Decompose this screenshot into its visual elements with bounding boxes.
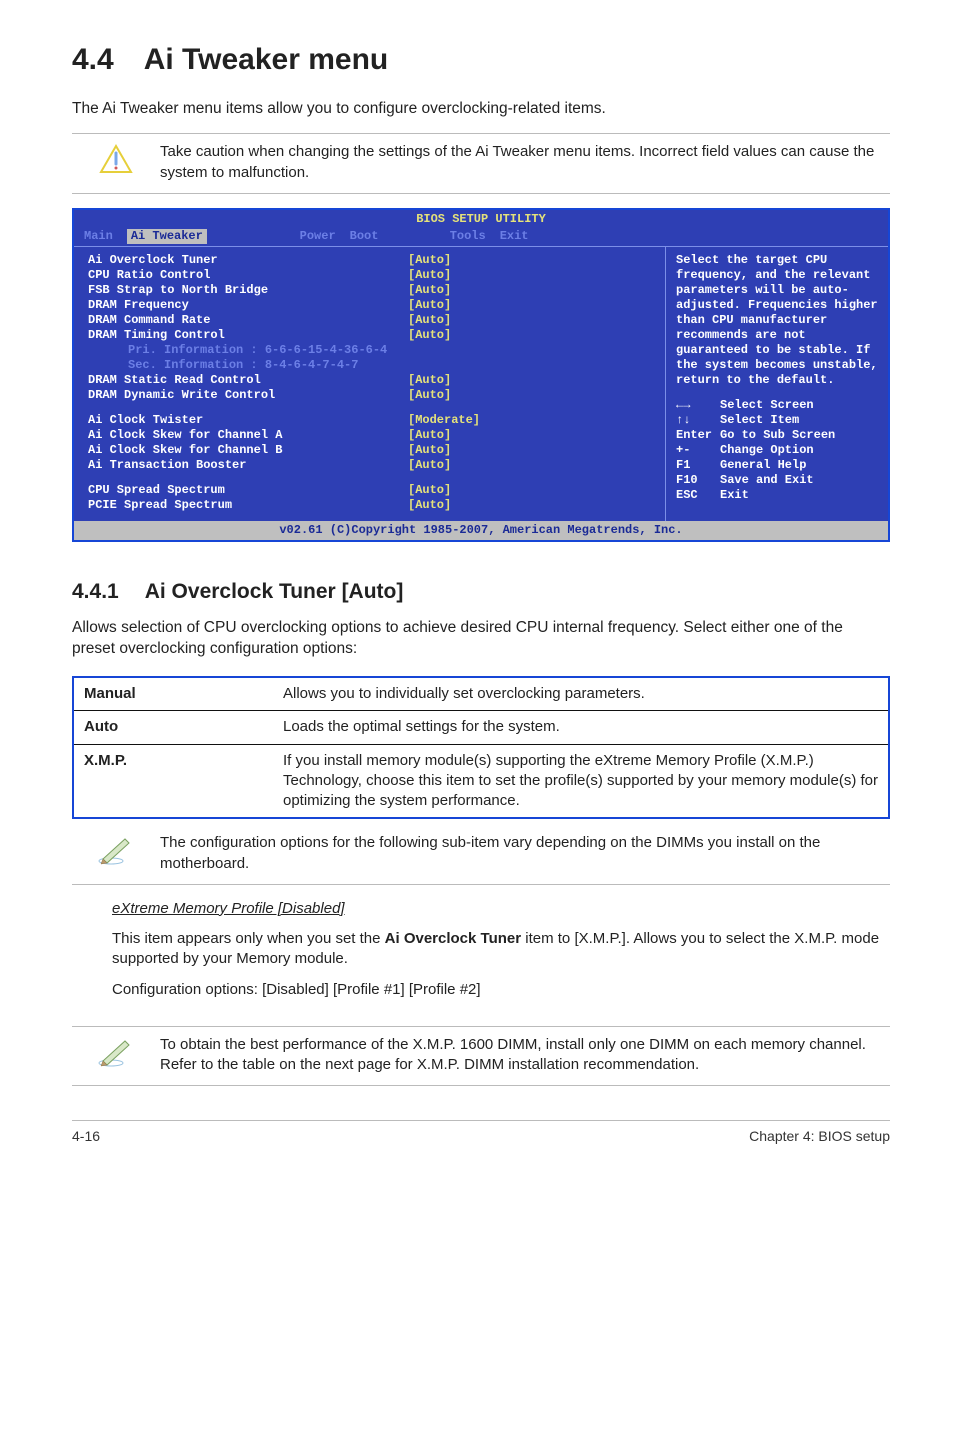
bios-item-value: [Auto]	[408, 483, 451, 498]
bios-subinfo: Sec. Information : 8-4-6-4-7-4-7	[88, 358, 655, 373]
extreme-config-options: Configuration options: [Disabled] [Profi…	[112, 980, 890, 1000]
bios-item-label: Ai Transaction Booster	[88, 458, 408, 473]
extreme-heading: eXtreme Memory Profile [Disabled]	[112, 900, 345, 917]
performance-note: To obtain the best performance of the X.…	[72, 1026, 890, 1087]
bios-item-label: Ai Clock Skew for Channel A	[88, 428, 408, 443]
subsection-title: 4.4.1 Ai Overclock Tuner [Auto]	[72, 578, 890, 606]
extreme-body: This item appears only when you set the …	[112, 929, 890, 970]
subsection-intro: Allows selection of CPU overclocking opt…	[72, 618, 890, 660]
bios-item-label: PCIE Spread Spectrum	[88, 498, 408, 513]
bios-panel: BIOS SETUP UTILITY Main Ai Tweaker Power…	[72, 208, 890, 542]
option-value: If you install memory module(s) supporti…	[273, 744, 889, 818]
bios-item-value: [Auto]	[408, 268, 451, 283]
chapter-label: Chapter 4: BIOS setup	[749, 1127, 890, 1146]
bios-item-label: FSB Strap to North Bridge	[88, 283, 408, 298]
subsection-title-text: Ai Overclock Tuner [Auto]	[145, 580, 404, 603]
bios-item-value: [Auto]	[408, 253, 451, 268]
bios-item-value: [Auto]	[408, 328, 451, 343]
pencil-icon	[72, 833, 160, 865]
bios-tab-strip: Main Ai Tweaker Power Boot Tools Exit	[74, 229, 888, 246]
bios-item-label: Ai Clock Twister	[88, 413, 408, 428]
info-text: The configuration options for the follow…	[160, 833, 890, 874]
bios-subinfo: Pri. Information : 6-6-6-15-4-36-6-4	[88, 343, 655, 358]
bios-tab	[221, 229, 286, 244]
bios-tab-active: Ai Tweaker	[127, 229, 207, 244]
info-note: The configuration options for the follow…	[72, 825, 890, 885]
subsection-number: 4.4.1	[72, 578, 119, 606]
bios-item-value: [Auto]	[408, 313, 451, 328]
caution-note: Take caution when changing the settings …	[72, 133, 890, 194]
bios-tab: Main	[84, 229, 113, 244]
bios-key-help: ←→Select Screen	[676, 398, 880, 413]
pencil-icon	[72, 1035, 160, 1067]
bios-item-label: CPU Ratio Control	[88, 268, 408, 283]
table-row: Manual Allows you to individually set ov…	[73, 677, 889, 711]
bios-key-help: F1General Help	[676, 458, 880, 473]
bios-item-label: Ai Clock Skew for Channel B	[88, 443, 408, 458]
bios-title: BIOS SETUP UTILITY	[74, 210, 888, 229]
bios-key-help: +-Change Option	[676, 443, 880, 458]
option-key: Manual	[73, 677, 273, 711]
bios-left-pane: Ai Overclock Tuner[Auto] CPU Ratio Contr…	[74, 246, 666, 521]
bios-item-label: DRAM Timing Control	[88, 328, 408, 343]
bios-help-text: Select the target CPU frequency, and the…	[676, 253, 880, 388]
bios-item-value: [Auto]	[408, 458, 451, 473]
page-number: 4-16	[72, 1127, 100, 1146]
caution-text: Take caution when changing the settings …	[160, 142, 890, 183]
bios-item-label: DRAM Dynamic Write Control	[88, 388, 408, 403]
option-key: Auto	[73, 711, 273, 744]
bios-item-value: [Auto]	[408, 428, 451, 443]
table-row: Auto Loads the optimal settings for the …	[73, 711, 889, 744]
bios-key-help: ↑↓Select Item	[676, 413, 880, 428]
bios-key-help: EnterGo to Sub Screen	[676, 428, 880, 443]
page-footer: 4-16 Chapter 4: BIOS setup	[72, 1120, 890, 1146]
bios-item-label: DRAM Frequency	[88, 298, 408, 313]
bios-key-help: ESCExit	[676, 488, 880, 503]
bios-tab	[392, 229, 435, 244]
bios-item-value: [Auto]	[408, 373, 451, 388]
performance-text: To obtain the best performance of the X.…	[160, 1035, 890, 1076]
bios-item-value: [Auto]	[408, 498, 451, 513]
option-key: X.M.P.	[73, 744, 273, 818]
page-title: 4.4 Ai Tweaker menu	[72, 40, 890, 81]
option-value: Allows you to individually set overclock…	[273, 677, 889, 711]
options-table: Manual Allows you to individually set ov…	[72, 676, 890, 819]
bios-key-help: F10Save and Exit	[676, 473, 880, 488]
bios-tab: Exit	[500, 229, 529, 244]
section-number: 4.4	[72, 40, 114, 81]
bios-tab: Boot	[350, 229, 379, 244]
table-row: X.M.P. If you install memory module(s) s…	[73, 744, 889, 818]
bios-item-value: [Auto]	[408, 298, 451, 313]
bios-item-value: [Auto]	[408, 443, 451, 458]
bios-item-value: [Auto]	[408, 283, 451, 298]
bios-footer: v02.61 (C)Copyright 1985-2007, American …	[74, 521, 888, 540]
bios-item-value: [Auto]	[408, 388, 451, 403]
section-title-text: Ai Tweaker menu	[144, 43, 389, 76]
intro-paragraph: The Ai Tweaker menu items allow you to c…	[72, 99, 890, 120]
caution-icon	[72, 142, 160, 174]
bios-item-label: Ai Overclock Tuner	[88, 253, 408, 268]
bios-item-label: CPU Spread Spectrum	[88, 483, 408, 498]
bios-tab: Power	[300, 229, 336, 244]
bios-item-value: [Moderate]	[408, 413, 480, 428]
bios-item-label: DRAM Command Rate	[88, 313, 408, 328]
bios-tab: Tools	[450, 229, 486, 244]
bios-item-label: DRAM Static Read Control	[88, 373, 408, 388]
option-value: Loads the optimal settings for the syste…	[273, 711, 889, 744]
bios-right-pane: Select the target CPU frequency, and the…	[666, 246, 888, 521]
